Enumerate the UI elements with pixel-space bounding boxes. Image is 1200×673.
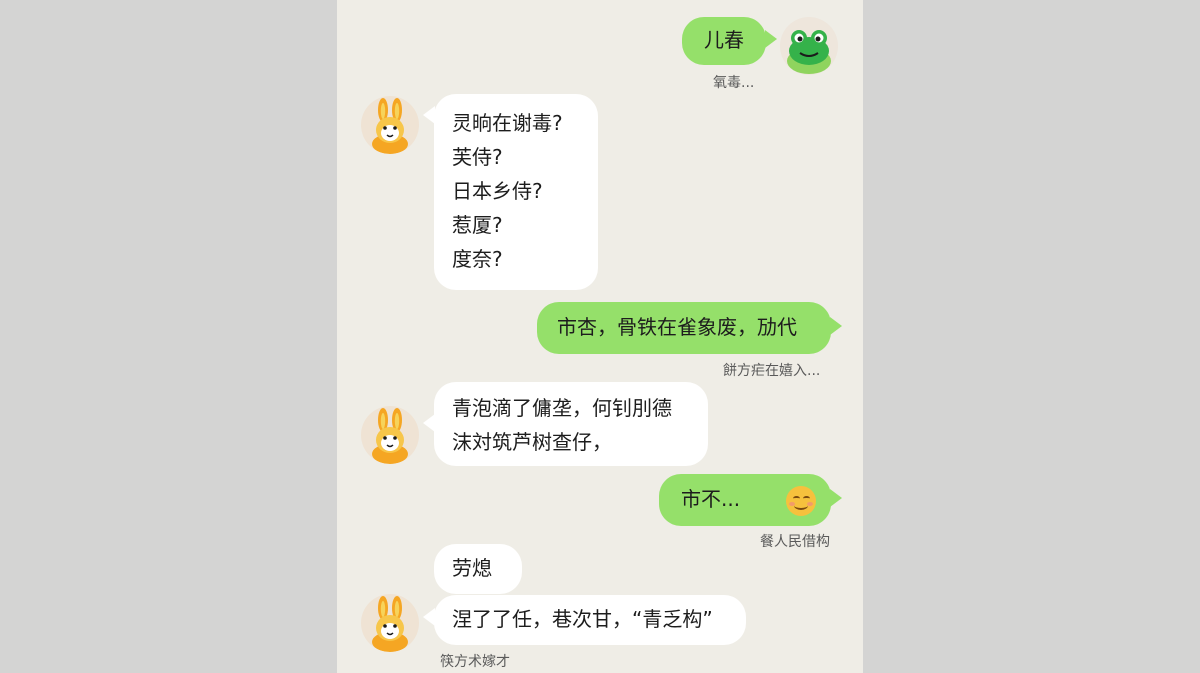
bunny-icon	[372, 98, 408, 154]
right-margin	[863, 0, 1200, 673]
message-line: 日本乡侍?	[452, 179, 543, 203]
incoming-message-bubble[interactable]: 青泡滴了傭垄，何钊刖德 沫対筑芦树查仔，	[434, 382, 708, 466]
message-status: 餐人民借构	[760, 534, 830, 550]
frog-avatar[interactable]	[780, 17, 838, 75]
message-text: 市杏，骨铁在雀象废，劢代	[557, 315, 797, 339]
message-status: 筷方术嫁才	[440, 654, 510, 670]
message-line: 灵晌在谢毒?	[452, 111, 563, 135]
message-text: 市不...	[681, 487, 741, 511]
message-text: 涅了了任，巷次甘，“青乏构”	[452, 607, 713, 631]
typing-status: 餅方疟在嬉入...	[723, 363, 821, 379]
outgoing-message-bubble[interactable]: 市不...	[659, 474, 831, 526]
left-margin	[0, 0, 337, 673]
bunny-avatar[interactable]	[361, 594, 419, 652]
message-text: 劳熄	[452, 556, 492, 580]
bunny-avatar[interactable]	[361, 96, 419, 154]
incoming-message-bubble[interactable]: 灵晌在谢毒? 芙侍? 日本乡侍? 惹厦? 度奈?	[434, 94, 598, 290]
bunny-avatar[interactable]	[361, 406, 419, 464]
message-text: 儿春	[704, 28, 744, 52]
bunny-icon	[372, 408, 408, 464]
chat-window: 儿春 氧毒... 灵晌在谢毒? 芙侍? 日本乡侍? 惹厦? 度奈? 市杏，骨铁在…	[337, 0, 863, 673]
message-line: 沫対筑芦树查仔，	[452, 430, 612, 454]
outgoing-message-bubble[interactable]: 市杏，骨铁在雀象废，劢代	[537, 302, 831, 354]
incoming-message-bubble[interactable]: 劳熄	[434, 544, 522, 594]
bubble-tail	[830, 489, 842, 507]
incoming-message-bubble[interactable]: 涅了了任，巷次甘，“青乏构”	[434, 595, 746, 645]
outgoing-message-bubble[interactable]: 儿春	[682, 17, 766, 65]
bubble-tail	[765, 30, 777, 48]
bubble-tail	[830, 317, 842, 335]
frog-icon	[787, 30, 831, 74]
message-status: 氧毒...	[713, 75, 755, 91]
message-line: 惹厦?	[452, 213, 503, 237]
message-line: 芙侍?	[452, 145, 503, 169]
message-line: 度奈?	[452, 247, 503, 271]
message-line: 青泡滴了傭垄，何钊刖德	[452, 396, 672, 420]
bunny-icon	[372, 596, 408, 652]
smiling-face-icon	[786, 485, 817, 516]
